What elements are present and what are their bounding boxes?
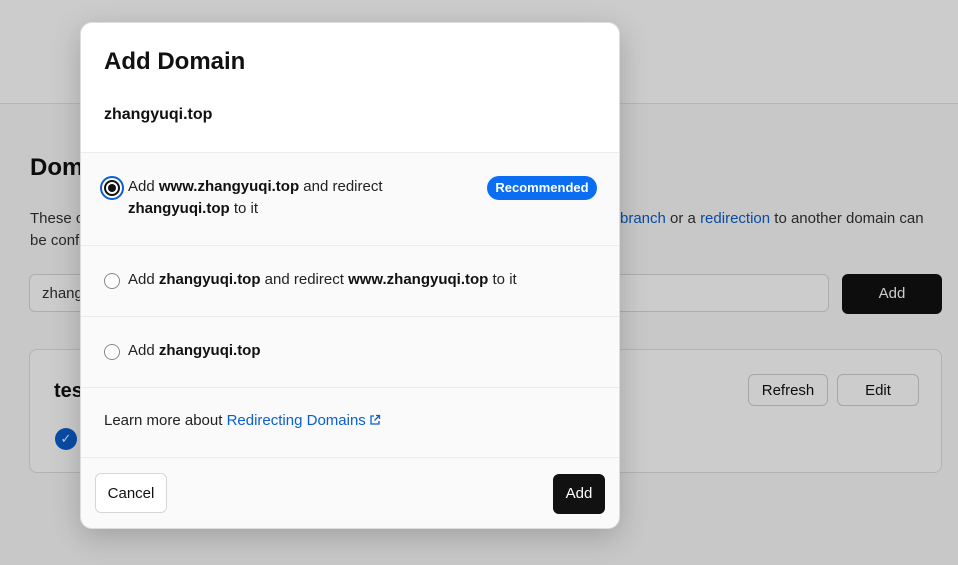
add-domain-dialog: Add Domain zhangyuqi.top Add www.zhangyu…	[80, 22, 620, 529]
option-text: and redirect	[260, 271, 349, 288]
cancel-button[interactable]: Cancel	[95, 473, 167, 513]
option-domain: www.zhangyuqi.top	[348, 271, 489, 288]
option-apex-redirect[interactable]: Add zhangyuqi.top and redirect www.zhang…	[81, 246, 619, 317]
option-domain: zhangyuqi.top	[158, 342, 261, 359]
option-label: Add www.zhangyuqi.top and redirect zhang…	[128, 176, 383, 220]
redirecting-domains-link[interactable]: Redirecting Domains	[227, 412, 381, 429]
option-text: Add	[128, 342, 159, 359]
option-label: Add zhangyuqi.top	[128, 340, 261, 362]
option-text: Add	[128, 271, 159, 288]
option-domain: www.zhangyuqi.top	[158, 178, 300, 195]
option-domain: zhangyuqi.top	[128, 200, 230, 217]
option-text: Add	[128, 178, 159, 195]
learn-more: Learn more about Redirecting Domains	[104, 412, 381, 429]
option-domain: zhangyuqi.top	[158, 271, 261, 288]
option-text: and redirect	[299, 178, 383, 195]
option-text: to it	[229, 200, 259, 217]
add-button[interactable]: Add	[553, 474, 605, 514]
dialog-domain: zhangyuqi.top	[104, 106, 213, 123]
dialog-footer: Cancel Add	[81, 457, 619, 528]
radio-selected[interactable]	[104, 180, 120, 196]
recommended-badge: Recommended	[487, 176, 597, 200]
dialog-header: Add Domain zhangyuqi.top	[81, 23, 619, 153]
link-label: Redirecting Domains	[226, 412, 366, 429]
option-text: to it	[488, 271, 517, 288]
option-label: Add zhangyuqi.top and redirect www.zhang…	[128, 269, 517, 291]
radio-unselected[interactable]	[104, 344, 120, 360]
dialog-title: Add Domain	[104, 48, 246, 75]
external-link-icon	[370, 414, 380, 425]
option-www-redirect[interactable]: Add www.zhangyuqi.top and redirect zhang…	[81, 153, 619, 246]
learn-more-text: Learn more about	[104, 412, 227, 429]
radio-unselected[interactable]	[104, 273, 120, 289]
option-apex-only[interactable]: Add zhangyuqi.top	[81, 317, 619, 388]
